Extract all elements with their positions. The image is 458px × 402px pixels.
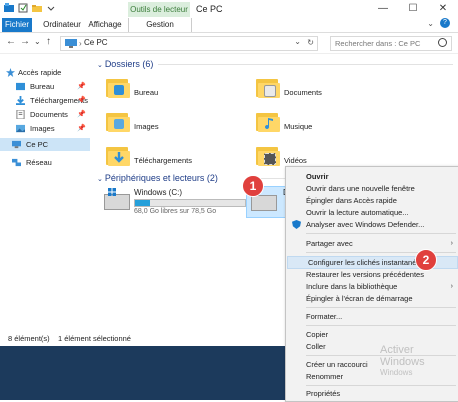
tab-view[interactable]: Affichage (86, 18, 124, 32)
status-bar: 8 élément(s) 1 élément sélectionné (0, 333, 300, 345)
menu-item-pin-quick-access[interactable]: Épingler dans Accès rapide (286, 195, 458, 206)
search-icon (438, 38, 447, 47)
selection-count: 1 élément sélectionné (58, 334, 131, 343)
drive-icon (251, 195, 277, 211)
menu-separator (306, 307, 456, 308)
drive-c-free-space: 68,0 Go libres sur 78,5 Go (134, 208, 217, 215)
drive-c-name: Windows (C:) (134, 188, 183, 197)
menu-item-include-in-library[interactable]: Inclure dans la bibliothèque › (286, 281, 458, 292)
window-controls: — ☐ ✕ (368, 0, 458, 18)
folders-section-header[interactable]: ⌄ Dossiers (6) (97, 59, 153, 69)
quick-access-toolbar (4, 3, 56, 13)
search-input[interactable]: Rechercher dans : Ce PC (330, 36, 452, 51)
tab-manage[interactable]: Gestion (128, 18, 192, 32)
minimize-button[interactable]: — (368, 0, 398, 18)
menu-item-format[interactable]: Formater... (286, 311, 458, 322)
menu-item-autoplay[interactable]: Ouvrir la lecture automatique... (286, 207, 458, 218)
tab-computer[interactable]: Ordinateur (38, 18, 86, 32)
network-icon (12, 158, 21, 167)
recent-locations-button[interactable]: ⌄ (34, 37, 41, 46)
file-explorer-icon (4, 3, 14, 12)
desktop-folder-icon (106, 76, 130, 98)
sidebar-item-documents[interactable]: Documents 📌 (0, 108, 90, 121)
folder-documents[interactable]: Documents (256, 76, 411, 108)
submenu-arrow-icon: › (450, 240, 453, 247)
defender-icon (292, 220, 301, 229)
address-text: Ce PC (84, 38, 108, 47)
help-icon[interactable]: ? (440, 18, 450, 28)
address-dropdown-icon[interactable]: ⌄ (294, 37, 301, 46)
maximize-button[interactable]: ☐ (398, 0, 428, 18)
drive-icon (104, 188, 130, 210)
menu-item-share-with[interactable]: Partager avec › (286, 238, 458, 249)
pin-icon[interactable]: 📌 (77, 108, 86, 121)
pin-icon[interactable]: 📌 (77, 80, 86, 93)
close-button[interactable]: ✕ (428, 0, 458, 18)
pictures-folder-icon (16, 124, 25, 133)
sidebar-item-quick-access[interactable]: Accès rapide (0, 66, 90, 79)
step-callout-2: 2 (415, 249, 437, 271)
menu-item-defender-scan[interactable]: Analyser avec Windows Defender... (286, 219, 458, 230)
desktop-folder-icon (16, 82, 25, 91)
documents-folder-icon (256, 76, 280, 98)
computer-icon (65, 39, 77, 48)
menu-separator (306, 385, 456, 386)
menu-separator (306, 325, 456, 326)
pin-icon[interactable]: 📌 (77, 122, 86, 135)
computer-icon (12, 140, 21, 149)
up-button[interactable]: ↑ (46, 36, 51, 47)
drive-tools-context-label: Outils de lecteur (128, 2, 190, 17)
drive-c-usage-bar (134, 199, 246, 207)
activate-windows-watermark-sub: Windows (380, 368, 413, 377)
downloads-folder-icon (16, 96, 25, 105)
menu-item-rename[interactable]: Renommer (286, 371, 458, 382)
window-title: Ce PC (196, 4, 223, 14)
drive-windows-c[interactable]: Windows (C:) 68,0 Go libres sur 78,5 Go (104, 186, 246, 218)
folder-images[interactable]: Images (106, 110, 261, 142)
properties-icon[interactable] (18, 3, 28, 13)
menu-item-ouvrir[interactable]: Ouvrir (286, 171, 458, 182)
forward-button[interactable]: → (20, 36, 30, 47)
sidebar-item-images[interactable]: Images 📌 (0, 122, 90, 135)
menu-separator (306, 233, 456, 234)
submenu-arrow-icon: › (450, 283, 453, 290)
windows-logo-icon (108, 188, 116, 196)
section-divider (158, 64, 453, 65)
sidebar-item-reseau[interactable]: Réseau (0, 156, 90, 169)
new-folder-icon[interactable] (32, 3, 42, 13)
drives-section-header[interactable]: ⌄ Périphériques et lecteurs (2) (97, 173, 218, 183)
refresh-icon[interactable]: ↻ (307, 38, 314, 47)
folder-bureau[interactable]: Bureau (106, 76, 261, 108)
menu-item-pin-to-start[interactable]: Épingler à l'écran de démarrage (286, 293, 458, 304)
menu-item-properties[interactable]: Propriétés (286, 388, 458, 399)
step-callout-1: 1 (242, 175, 264, 197)
downloads-folder-icon (106, 144, 130, 166)
activate-windows-watermark: Activer Windows (380, 344, 425, 368)
documents-folder-icon (16, 110, 25, 119)
search-placeholder: Rechercher dans : Ce PC (335, 39, 421, 48)
chevron-down-icon: ⌄ (97, 62, 105, 69)
star-icon (6, 68, 15, 77)
pictures-folder-icon (106, 110, 130, 132)
sidebar-item-telechargements[interactable]: Téléchargements 📌 (0, 94, 90, 107)
sidebar-item-bureau[interactable]: Bureau 📌 (0, 80, 90, 93)
menu-item-open-new-window[interactable]: Ouvrir dans une nouvelle fenêtre (286, 183, 458, 194)
videos-folder-icon (256, 144, 280, 166)
back-button[interactable]: ← (6, 36, 16, 47)
customize-qat-icon[interactable] (46, 3, 56, 13)
navigation-pane: Accès rapide Bureau 📌 Téléchargements 📌 … (0, 54, 92, 327)
music-folder-icon (256, 110, 280, 132)
folder-musique[interactable]: Musique (256, 110, 411, 142)
drive-c-usage-fill (135, 200, 150, 206)
item-count: 8 élément(s) (8, 334, 50, 343)
expand-ribbon-icon[interactable]: ⌄ (427, 19, 434, 28)
chevron-down-icon: ⌄ (97, 176, 105, 183)
menu-item-copy[interactable]: Copier (286, 329, 458, 340)
folder-telechargements[interactable]: Téléchargements (106, 144, 261, 176)
ribbon-tabs: Fichier Ordinateur Affichage Gestion ⌄ ? (0, 18, 458, 33)
tab-file[interactable]: Fichier (2, 18, 32, 32)
menu-item-restore-previous-versions[interactable]: Restaurer les versions précédentes (286, 269, 458, 280)
sidebar-item-ce-pc[interactable]: Ce PC (0, 138, 90, 151)
pin-icon[interactable]: 📌 (77, 94, 86, 107)
